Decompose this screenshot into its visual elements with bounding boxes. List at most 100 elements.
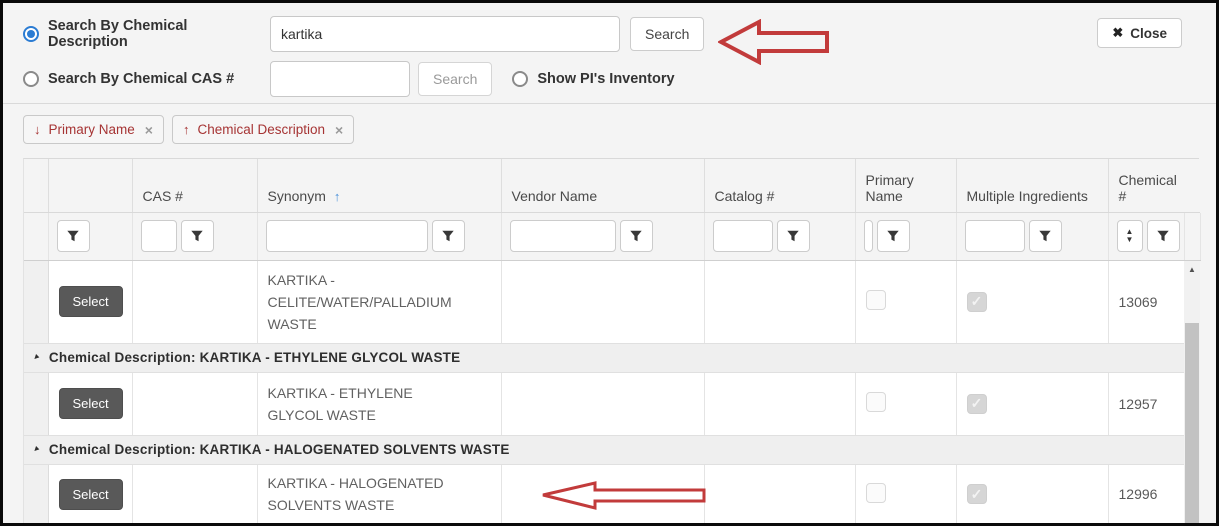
filter-select-cell (48, 213, 132, 261)
pi-inventory-label: Show PI's Inventory (537, 71, 674, 87)
grid-body: Select KARTIKA - CELITE/WATER/PALLADIUM … (24, 261, 1200, 524)
group-collapse-icon[interactable]: ▲ (30, 444, 42, 456)
primary-name-filter-input[interactable] (864, 220, 873, 252)
search-by-description-option[interactable]: Search By Chemical Description (23, 18, 270, 50)
catalog-cell (704, 261, 855, 343)
group-header-row: ▲ Chemical Description: KARTIKA - ETHYLE… (24, 343, 1184, 372)
select-button[interactable]: Select (59, 479, 123, 510)
select-column-header (48, 159, 132, 212)
column-header-chemical-number[interactable]: Chemical # (1108, 159, 1184, 212)
check-icon: ✓ (971, 395, 983, 412)
select-filter-button[interactable] (57, 220, 90, 252)
sort-descending-icon: ↓ (34, 122, 41, 137)
cas-filter-input[interactable] (141, 220, 177, 252)
multiple-ingredients-cell: ✓ (956, 261, 1108, 343)
show-pi-inventory-option[interactable]: Show PI's Inventory (512, 71, 674, 87)
vendor-cell (501, 261, 704, 343)
table-row: Select KARTIKA - HALOGENATED SOLVENTS WA… (24, 464, 1184, 524)
pi-inventory-radio[interactable] (512, 71, 528, 87)
group-indent-cell (24, 261, 48, 343)
sort-chip-bar: ↓ Primary Name × ↑ Chemical Description … (23, 115, 354, 144)
catalog-filter-button[interactable] (777, 220, 810, 252)
remove-sort-icon[interactable]: × (335, 122, 343, 138)
column-header-primary-name[interactable]: Primary Name (855, 159, 956, 212)
synonym-filter-button[interactable] (432, 220, 465, 252)
group-indent-cell (24, 372, 48, 435)
multiple-ingredients-checkbox: ✓ (967, 484, 987, 504)
funnel-icon (886, 229, 900, 243)
synonym-filter-input[interactable] (266, 220, 428, 252)
sort-chip-primary-name[interactable]: ↓ Primary Name × (23, 115, 164, 144)
filter-scrollbar-spacer (1184, 213, 1200, 261)
remove-sort-icon[interactable]: × (145, 122, 153, 138)
funnel-icon (786, 229, 800, 243)
description-search-input[interactable] (270, 16, 620, 52)
group-header-cell: ▲ Chemical Description: KARTIKA - HALOGE… (24, 435, 1184, 464)
multiple-ingredients-filter-button[interactable] (1029, 220, 1062, 252)
funnel-icon (66, 229, 80, 243)
catalog-cell (704, 464, 855, 524)
synonym-text: KARTIKA - ETHYLENE GLYCOL WASTE (268, 382, 471, 426)
vertical-scrollbar[interactable]: ▲ (1184, 261, 1200, 524)
results-grid: CAS # Synonym↑ Vendor Name Catalog # Pri… (23, 158, 1199, 524)
description-radio[interactable] (23, 26, 39, 42)
select-button[interactable]: Select (59, 286, 123, 317)
column-header-cas[interactable]: CAS # (132, 159, 257, 212)
filter-chemical-cell: ▲ ▼ (1108, 213, 1184, 261)
synonym-text: KARTIKA - CELITE/WATER/PALLADIUM WASTE (268, 269, 471, 335)
search-by-cas-option[interactable]: Search By Chemical CAS # (23, 71, 270, 87)
catalog-filter-input[interactable] (713, 220, 773, 252)
column-header-catalog[interactable]: Catalog # (704, 159, 855, 212)
multiple-ingredients-filter-input[interactable] (965, 220, 1025, 252)
chemical-number-stepper[interactable]: ▲ ▼ (1117, 220, 1143, 252)
search-by-cas-row: Search By Chemical CAS # Search Show PI'… (23, 60, 1200, 98)
vendor-filter-input[interactable] (510, 220, 616, 252)
scrollbar-thumb[interactable] (1185, 323, 1199, 524)
cas-radio[interactable] (23, 71, 39, 87)
filter-vendor-cell (501, 213, 704, 261)
column-header-synonym[interactable]: Synonym↑ (257, 159, 501, 212)
close-button-label: Close (1130, 26, 1167, 41)
group-indent-cell (24, 464, 48, 524)
funnel-icon (441, 229, 455, 243)
close-icon: ✖ (1112, 25, 1123, 41)
column-header-multiple-ingredients[interactable]: Multiple Ingredients (956, 159, 1108, 212)
group-header-text: Chemical Description: KARTIKA - ETHYLENE… (49, 350, 460, 365)
synonym-text: KARTIKA - HALOGENATED SOLVENTS WASTE (268, 472, 471, 516)
filter-catalog-cell (704, 213, 855, 261)
catalog-cell (704, 372, 855, 435)
cas-search-input[interactable] (270, 61, 410, 97)
funnel-icon (190, 229, 204, 243)
description-radio-label: Search By Chemical Description (48, 18, 270, 50)
cas-cell (132, 261, 257, 343)
group-header-row: ▲ Chemical Description: KARTIKA - HALOGE… (24, 435, 1184, 464)
header-scrollbar-spacer (1184, 159, 1200, 212)
stepper-down-icon[interactable]: ▼ (1126, 236, 1134, 244)
group-collapse-icon[interactable]: ▲ (30, 352, 42, 364)
description-search-button[interactable]: Search (630, 17, 704, 51)
primary-name-filter-button[interactable] (877, 220, 910, 252)
chemical-number-cell: 12996 (1108, 464, 1184, 524)
chemical-number-cell: 12957 (1108, 372, 1184, 435)
sort-chip-chemical-description[interactable]: ↑ Chemical Description × (172, 115, 354, 144)
close-button[interactable]: ✖ Close (1097, 18, 1182, 48)
select-cell: Select (48, 464, 132, 524)
cas-search-button[interactable]: Search (418, 62, 492, 96)
cas-filter-button[interactable] (181, 220, 214, 252)
chemical-number-filter-button[interactable] (1147, 220, 1180, 252)
vendor-filter-button[interactable] (620, 220, 653, 252)
funnel-icon (1156, 229, 1170, 243)
grid-body-table: Select KARTIKA - CELITE/WATER/PALLADIUM … (24, 261, 1185, 524)
scroll-up-icon[interactable]: ▲ (1184, 261, 1200, 278)
search-by-description-row: Search By Chemical Description Search (23, 15, 1200, 53)
primary-name-cell: ✓ (855, 464, 956, 524)
filter-primary-cell (855, 213, 956, 261)
group-indent-header (24, 159, 48, 212)
primary-name-checkbox: ✓ (866, 483, 886, 503)
panel-divider (3, 103, 1216, 104)
grid-filter-row: ▲ ▼ (24, 213, 1201, 262)
column-header-vendor-name[interactable]: Vendor Name (501, 159, 704, 212)
grid-header: CAS # Synonym↑ Vendor Name Catalog # Pri… (24, 159, 1200, 213)
filter-cas-cell (132, 213, 257, 261)
select-button[interactable]: Select (59, 388, 123, 419)
